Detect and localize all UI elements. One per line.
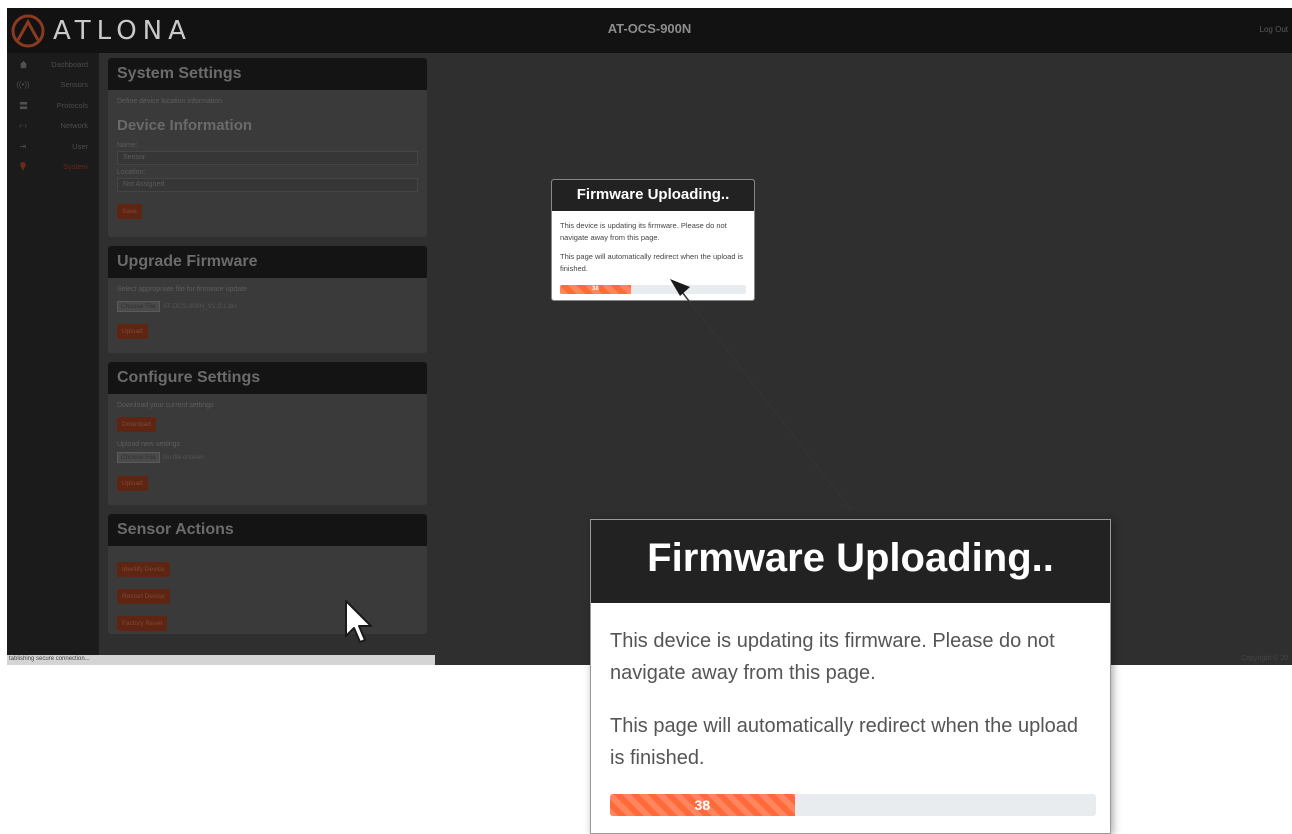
progress-fill: 38	[560, 285, 631, 294]
factory-reset-button[interactable]: Factory Reset	[117, 616, 168, 631]
modal-message-1: This device is updating its firmware. Pl…	[560, 221, 727, 242]
sidebar-item-dashboard[interactable]: Dashboard	[7, 54, 99, 75]
location-field[interactable]: Not Assigned	[117, 178, 418, 192]
upgrade-firmware-panel: Upgrade Firmware Select appropriate file…	[108, 246, 427, 353]
system-settings-panel: System Settings Define device location i…	[108, 58, 427, 237]
firmware-upload-modal-zoom: Firmware Uploading.. This device is upda…	[590, 519, 1111, 834]
sidebar-item-system[interactable]: System	[7, 157, 99, 178]
upload-settings-button[interactable]: Upload	[117, 476, 148, 491]
progress-fill: 38	[610, 794, 795, 816]
sidebar-item-label: Protocols	[56, 100, 88, 110]
name-field[interactable]: Sensor	[117, 151, 418, 165]
configure-settings-panel: Configure Settings Download your current…	[108, 362, 427, 505]
save-button[interactable]: Save	[117, 204, 142, 219]
firmware-upload-modal: Firmware Uploading.. This device is upda…	[551, 179, 755, 301]
choose-file-button[interactable]: Choose File	[117, 301, 160, 312]
mouse-cursor-icon	[345, 600, 372, 643]
copyright-text: Copyright © 20	[1241, 655, 1288, 662]
panel-title: System Settings	[108, 58, 427, 90]
sidebar-item-sensors[interactable]: ((•)) Sensors	[7, 75, 99, 96]
protocols-icon	[17, 99, 29, 111]
user-icon: ⇥	[19, 141, 27, 151]
panel-description: Define device location information	[117, 98, 223, 105]
sidebar-item-network[interactable]: ‹·› Network	[7, 116, 99, 137]
modal-title: Firmware Uploading..	[552, 180, 754, 211]
modal-title: Firmware Uploading..	[591, 520, 1110, 603]
upload-progress-bar: 38	[610, 794, 1096, 816]
sensor-icon: ((•))	[16, 80, 30, 90]
sidebar-item-label: User	[72, 141, 88, 151]
modal-message-1: This device is updating its firmware. Pl…	[610, 630, 1055, 684]
sensor-actions-panel: Sensor Actions Identify Device Restart D…	[108, 514, 427, 634]
home-icon	[17, 58, 29, 70]
location-label: Location:	[117, 169, 146, 176]
upload-firmware-button[interactable]: Upload	[117, 324, 148, 339]
panel-title: Configure Settings	[108, 362, 427, 394]
device-information-heading: Device Information	[117, 117, 253, 134]
sidebar-item-protocols[interactable]: Protocols	[7, 95, 99, 116]
sidebar-item-user[interactable]: ⇥ User	[7, 136, 99, 157]
choose-file-button[interactable]: Choose File	[117, 452, 160, 463]
sidebar-item-label: Dashboard	[51, 59, 88, 69]
name-label: Name:	[117, 142, 138, 149]
device-title: AT-OCS-900N	[607, 21, 692, 36]
panel-title: Upgrade Firmware	[108, 246, 427, 278]
modal-message-2: This page will automatically redirect wh…	[610, 715, 1079, 769]
no-file-text: No file chosen	[162, 454, 204, 461]
upload-progress-bar: 38	[560, 285, 746, 294]
system-icon	[17, 161, 29, 173]
modal-message-2: This page will automatically redirect wh…	[560, 252, 744, 273]
sidebar-item-label: Sensors	[60, 80, 88, 90]
sidebar-item-label: System	[62, 162, 88, 172]
sidebar: Dashboard ((•)) Sensors Protocols ‹·› Ne…	[7, 53, 99, 665]
panel-title: Sensor Actions	[108, 514, 427, 546]
identify-device-button[interactable]: Identify Device	[117, 562, 170, 577]
sidebar-item-label: Network	[60, 121, 88, 131]
network-icon: ‹·›	[19, 121, 27, 131]
selected-file-name: AT-OCS-900N_V1.0.1.bin	[162, 303, 237, 310]
download-description: Download your current settings	[117, 402, 214, 409]
download-button[interactable]: Download	[117, 417, 156, 432]
browser-status-bar: tablishing secure connection...	[7, 655, 435, 665]
upload-description: Upload new settings	[117, 441, 181, 448]
restart-device-button[interactable]: Restart Device	[117, 589, 170, 604]
stage: ATLONA AT-OCS-900N Log Out Dashboard ((•…	[0, 0, 1292, 834]
logout-link[interactable]: Log Out	[1260, 25, 1288, 34]
panel-description: Select appropriate file for firmware upd…	[117, 286, 247, 293]
top-bar: ATLONA AT-OCS-900N Log Out	[7, 8, 1292, 53]
